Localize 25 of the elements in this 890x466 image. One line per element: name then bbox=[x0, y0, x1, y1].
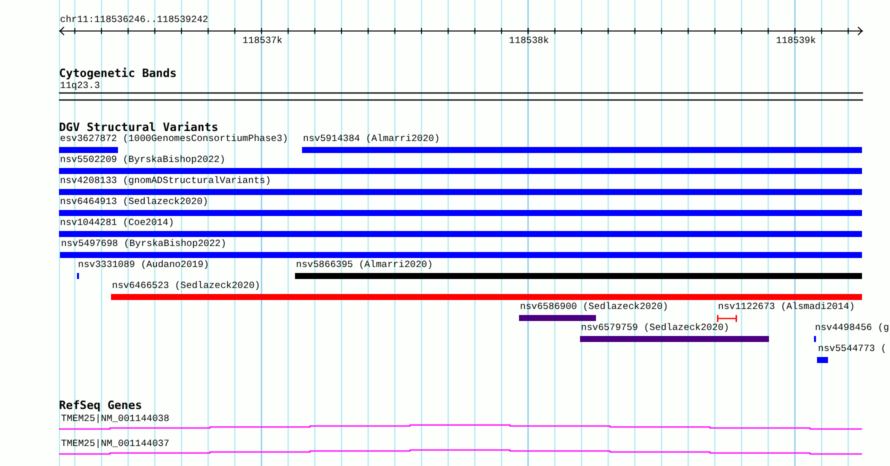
feature-label: 11q23.3 bbox=[60, 81, 100, 90]
feature-label: TMEM25|NM_001144037 bbox=[61, 439, 170, 448]
feature-label: nsv6466523 (Sedlazeck2020) bbox=[112, 281, 260, 290]
tick-label: 118537k bbox=[242, 36, 282, 46]
feature-label: nsv5502209 (ByrskaBishop2022) bbox=[60, 155, 226, 164]
feature-label: nsv4208133 (gnomADStructuralVariants) bbox=[60, 176, 271, 186]
track-title: Cytogenetic Bands bbox=[59, 68, 177, 80]
ruler-location: chr11:118536246..118539242 bbox=[60, 15, 208, 24]
tick-label: 118538k bbox=[509, 36, 549, 46]
feature-label: nsv5497698 (ByrskaBishop2022) bbox=[61, 239, 226, 248]
track-title: DGV Structural Variants bbox=[59, 122, 218, 134]
feature-label: nsv5914384 (Almarri2020) bbox=[303, 134, 440, 144]
feature-label: nsv5544773 ( bbox=[818, 344, 886, 354]
feature-label: nsv1044281 (Coe2014) bbox=[60, 218, 174, 228]
feature-label: nsv6586900 (Sedlazeck2020) bbox=[520, 302, 668, 312]
tick-label: 118539k bbox=[776, 36, 816, 46]
feature-label: nsv1122673 (Alsmadi2014) bbox=[718, 302, 855, 312]
feature-label: nsv4498456 (g bbox=[815, 323, 890, 332]
feature-label: nsv6464913 (Sedlazeck2020) bbox=[60, 197, 208, 206]
feature-label: TMEM25|NM_001144038 bbox=[61, 414, 170, 424]
track-title: RefSeq Genes bbox=[59, 400, 142, 412]
feature-label: nsv3331089 (Audano2019) bbox=[78, 260, 210, 270]
feature-label: esv3627872 (1000GenomesConsortiumPhase3) bbox=[60, 134, 288, 144]
feature-label: nsv5866395 (Almarri2020) bbox=[296, 260, 433, 270]
feature-label: nsv6579759 (Sedlazeck2020) bbox=[581, 323, 730, 332]
